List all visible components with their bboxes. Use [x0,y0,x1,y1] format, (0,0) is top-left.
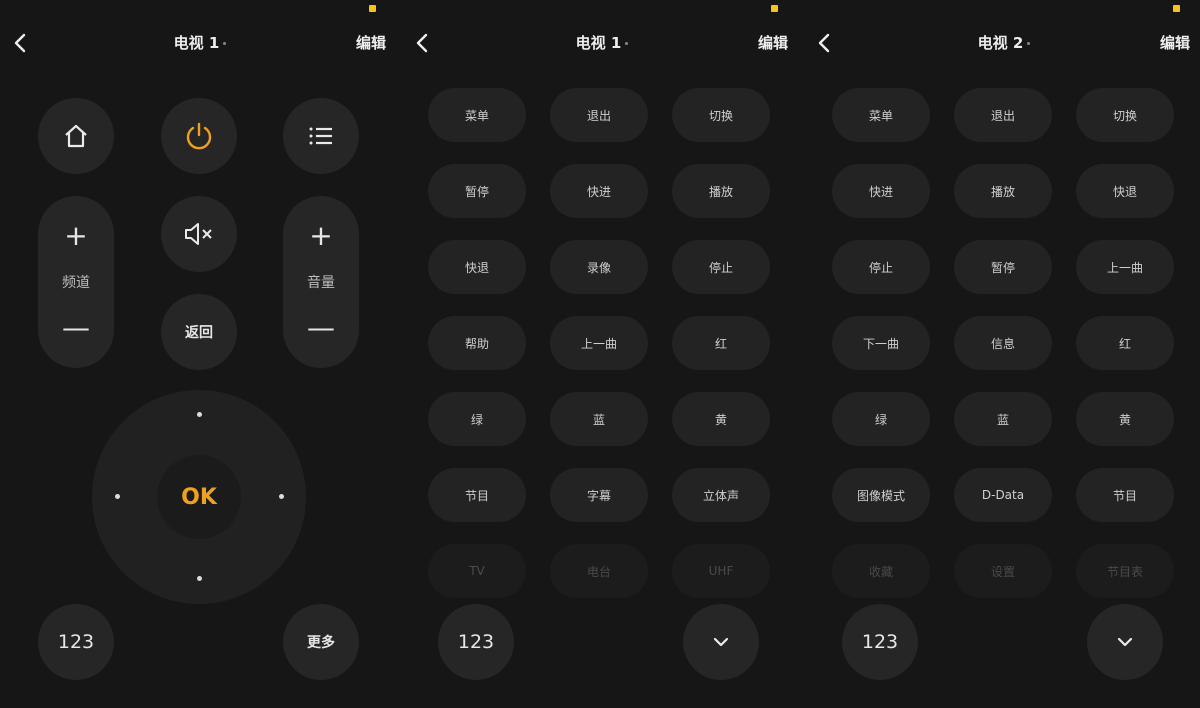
page-title: 电视 2 [804,32,1200,53]
remote-panel-tv2-more: 电视 2 编辑 菜单 退出 切换快进 播放 快退停止 暂停 上一曲下一曲 信息红绿蓝黄图像模式… [804,0,1200,708]
key-button[interactable]: 帮助 [428,316,526,370]
key-button[interactable]: 绿 [832,392,930,446]
key-button[interactable]: 快退 [1076,164,1174,218]
dpad-up[interactable] [197,412,202,417]
key-button[interactable]: 黄 [672,392,770,446]
key-button[interactable]: 退出 [954,88,1052,142]
key-button[interactable]: TV [428,544,526,598]
key-button[interactable]: 暂停 [954,240,1052,294]
dpad-left[interactable] [115,494,120,499]
battery-icon [1173,5,1180,12]
key-button[interactable]: 快进 [832,164,930,218]
key-button[interactable]: 菜单 [832,88,930,142]
mute-icon [185,223,212,245]
key-button[interactable]: 设置 [954,544,1052,598]
channel-label: 频道 [62,275,90,291]
key-button[interactable]: 停止 [832,240,930,294]
volume-down-button[interactable]: — [283,314,359,342]
numpad-label: 123 [457,631,495,653]
status-bar [804,0,1200,14]
title-dot [1027,42,1031,45]
channel-rocker: + 频道 — [38,196,114,368]
expand-button[interactable] [683,604,759,680]
return-button[interactable]: 返回 [161,294,237,370]
key-button[interactable]: 录像 [550,240,648,294]
page-title: 电视 1 [0,32,400,53]
numpad-label: 123 [861,631,899,653]
chevron-down-icon [1117,637,1133,647]
channel-down-button[interactable]: — [38,314,114,342]
key-button[interactable]: UHF [672,544,770,598]
status-bar [402,0,802,14]
remote-panel-tv1-main: 电视 1 编辑 + 频道 — 返回 + 音量 — OK 123 更多 [0,0,400,708]
key-button[interactable]: 黄 [1076,392,1174,446]
volume-up-button[interactable]: + [283,222,359,250]
title-text: 电视 1 [575,34,622,52]
home-button[interactable] [38,98,114,174]
key-button[interactable]: 立体声 [672,468,770,522]
volume-rocker: + 音量 — [283,196,359,368]
key-button[interactable]: 节目 [1076,468,1174,522]
key-button[interactable]: 退出 [550,88,648,142]
volume-label: 音量 [307,275,335,291]
direction-pad: OK [92,390,306,604]
key-button[interactable]: D-Data [954,468,1052,522]
key-button[interactable]: 上一曲 [1076,240,1174,294]
list-icon [309,127,332,145]
more-label: 更多 [307,635,335,651]
status-bar [0,0,400,14]
edit-button[interactable]: 编辑 [758,32,788,53]
key-button[interactable]: 红 [672,316,770,370]
key-button[interactable]: 切换 [1076,88,1174,142]
power-button[interactable] [161,98,237,174]
key-button[interactable]: 绿 [428,392,526,446]
key-button[interactable]: 播放 [954,164,1052,218]
numpad-button[interactable]: 123 [842,604,918,680]
key-button[interactable]: 播放 [672,164,770,218]
key-button[interactable]: 蓝 [550,392,648,446]
remote-panel-tv1-more: 电视 1 编辑 菜单 退出 切换暂停 快进 播放快退 录像 停止帮助 上一曲红绿蓝黄节目 字幕立… [402,0,802,708]
ok-button[interactable]: OK [157,455,241,539]
key-button[interactable]: 信息 [954,316,1052,370]
key-button[interactable]: 收藏 [832,544,930,598]
channel-up-button[interactable]: + [38,222,114,250]
key-button[interactable]: 快退 [428,240,526,294]
key-button[interactable]: 上一曲 [550,316,648,370]
numpad-label: 123 [57,631,95,653]
key-button[interactable]: 快进 [550,164,648,218]
numpad-button[interactable]: 123 [38,604,114,680]
edit-button[interactable]: 编辑 [1160,32,1190,53]
key-button[interactable]: 切换 [672,88,770,142]
mute-button[interactable] [161,196,237,272]
key-button[interactable]: 字幕 [550,468,648,522]
menu-button[interactable] [283,98,359,174]
title-text: 电视 1 [173,34,220,52]
more-button[interactable]: 更多 [283,604,359,680]
key-button[interactable]: 电台 [550,544,648,598]
dpad-down[interactable] [197,576,202,581]
edit-button[interactable]: 编辑 [356,32,386,53]
dpad-right[interactable] [279,494,284,499]
title-text: 电视 2 [977,34,1024,52]
power-icon [186,122,212,150]
numpad-button[interactable]: 123 [438,604,514,680]
page-title: 电视 1 [402,32,802,53]
key-button[interactable]: 暂停 [428,164,526,218]
expand-button[interactable] [1087,604,1163,680]
key-button[interactable]: 停止 [672,240,770,294]
key-button[interactable]: 菜单 [428,88,526,142]
key-button[interactable]: 下一曲 [832,316,930,370]
title-dot [223,42,227,45]
return-label: 返回 [185,325,213,341]
key-button[interactable]: 节目表 [1076,544,1174,598]
title-dot [625,42,629,45]
key-button[interactable]: 红 [1076,316,1174,370]
key-button[interactable]: 节目 [428,468,526,522]
key-button[interactable]: 图像模式 [832,468,930,522]
battery-icon [771,5,778,12]
chevron-down-icon [713,637,729,647]
home-icon [65,124,87,148]
battery-icon [369,5,376,12]
key-button[interactable]: 蓝 [954,392,1052,446]
